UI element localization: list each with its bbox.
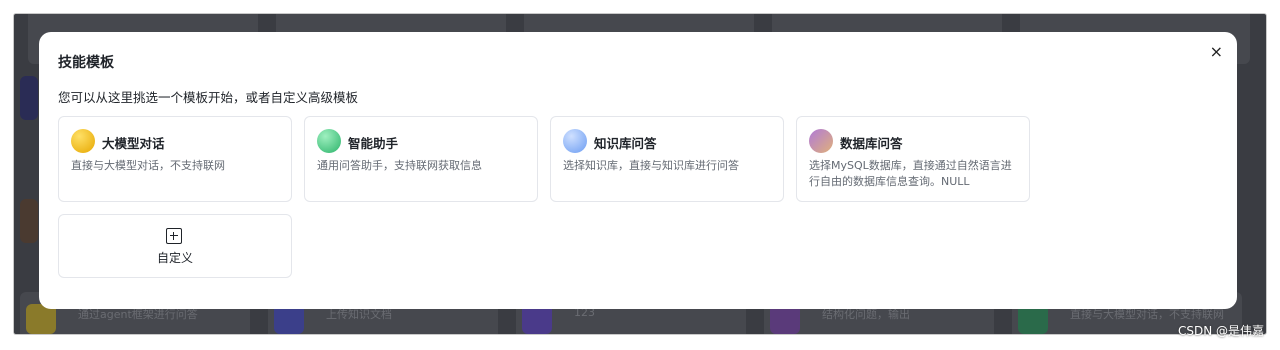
template-avatar-icon bbox=[563, 129, 587, 153]
template-avatar-icon bbox=[71, 129, 95, 153]
template-avatar-icon bbox=[317, 129, 341, 153]
template-desc: 选择知识库，直接与知识库进行问答 bbox=[563, 159, 739, 172]
template-name: 知识库问答 bbox=[594, 136, 657, 151]
template-avatar-icon bbox=[809, 129, 833, 153]
modal-title: 技能模板 bbox=[58, 55, 114, 71]
template-card-chat[interactable]: 大模型对话 直接与大模型对话，不支持联网 bbox=[58, 116, 292, 202]
skill-template-modal: × 技能模板 您可以从这里挑选一个模板开始，或者自定义高级模板 大模型对话 直接… bbox=[39, 32, 1237, 309]
template-desc: 直接与大模型对话，不支持联网 bbox=[71, 159, 225, 172]
custom-label: 自定义 bbox=[156, 251, 193, 265]
template-card-assistant[interactable]: 智能助手 通用问答助手，支持联网获取信息 bbox=[304, 116, 538, 202]
template-card-knowledge[interactable]: 知识库问答 选择知识库，直接与知识库进行问答 bbox=[550, 116, 784, 202]
template-card-database[interactable]: 数据库问答 选择MySQL数据库，直接通过自然语言进行自由的数据库信息查询。NU… bbox=[796, 116, 1030, 202]
modal-subtitle: 您可以从这里挑选一个模板开始，或者自定义高级模板 bbox=[58, 90, 359, 105]
watermark: CSDN @是伟嘉 bbox=[1177, 324, 1264, 338]
plus-square-icon bbox=[166, 228, 182, 244]
template-name: 智能助手 bbox=[348, 136, 399, 151]
template-desc: 通用问答助手，支持联网获取信息 bbox=[317, 159, 482, 172]
custom-template-card[interactable]: 自定义 bbox=[58, 214, 292, 278]
template-name: 大模型对话 bbox=[102, 136, 165, 151]
bg-side-block bbox=[20, 199, 38, 243]
bg-side-block bbox=[20, 76, 38, 120]
template-name: 数据库问答 bbox=[840, 136, 903, 151]
close-icon[interactable]: × bbox=[1210, 42, 1223, 61]
template-desc: 选择MySQL数据库，直接通过自然语言进行自由的数据库信息查询。NULL bbox=[809, 159, 1012, 188]
